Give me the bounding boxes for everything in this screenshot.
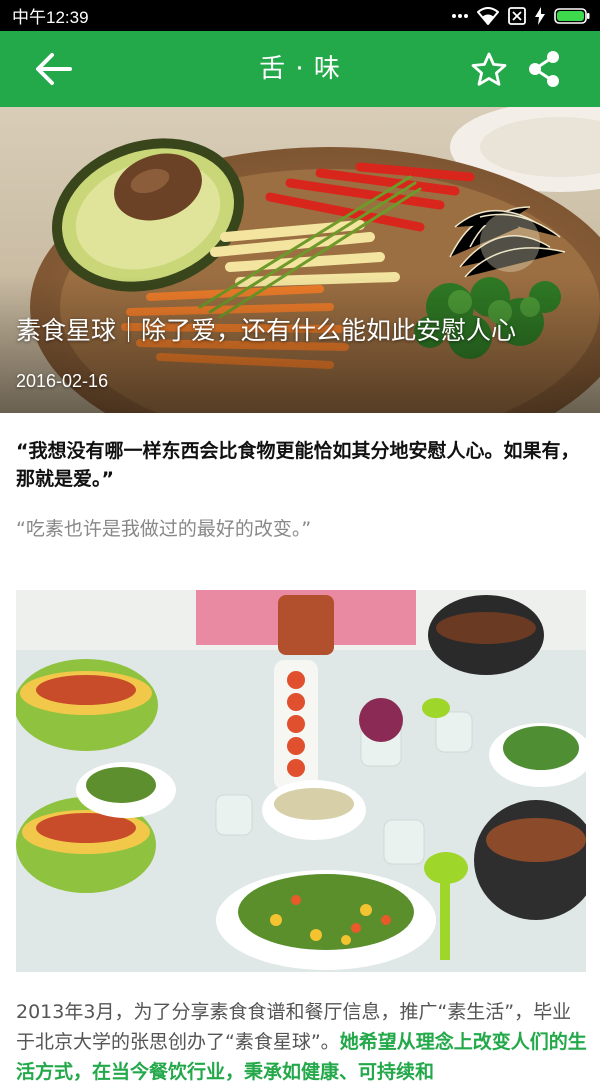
hero-date: 2016-02-16 [16,371,109,391]
article-food-photo [16,590,586,972]
app-title: 舌 · 味 [259,54,341,84]
article-quote-sub: “吃素也许是我做过的最好的改变。” [16,518,312,540]
share-icon[interactable] [526,49,562,89]
article-body: 2013年3月，为了分享素食食谱和餐厅信息，推广“素生活”，毕业于北京大学的张思… [16,997,588,1087]
hero-banner[interactable]: 素食星球｜除了爱，还有什么能如此安慰人心 2016-02-16 [0,107,600,413]
charging-icon [535,6,545,25]
more-dots-icon [452,13,468,18]
status-bar: 中午12:39 [0,0,600,31]
status-icons [452,6,590,25]
table-spread-image [16,590,586,972]
status-time: 中午12:39 [12,8,89,27]
no-sim-icon [508,6,526,25]
hero-food-image [0,107,600,413]
battery-icon [554,7,590,24]
favorite-star-icon[interactable] [470,51,508,89]
wifi-icon [477,6,499,25]
hero-title: 素食星球｜除了爱，还有什么能如此安慰人心 [16,316,517,345]
app-bar: 舌 · 味 [0,31,600,107]
article-quote-main: “我想没有哪一样东西会比食物更能恰如其分地安慰人心。如果有，那就是爱。” [16,440,580,490]
